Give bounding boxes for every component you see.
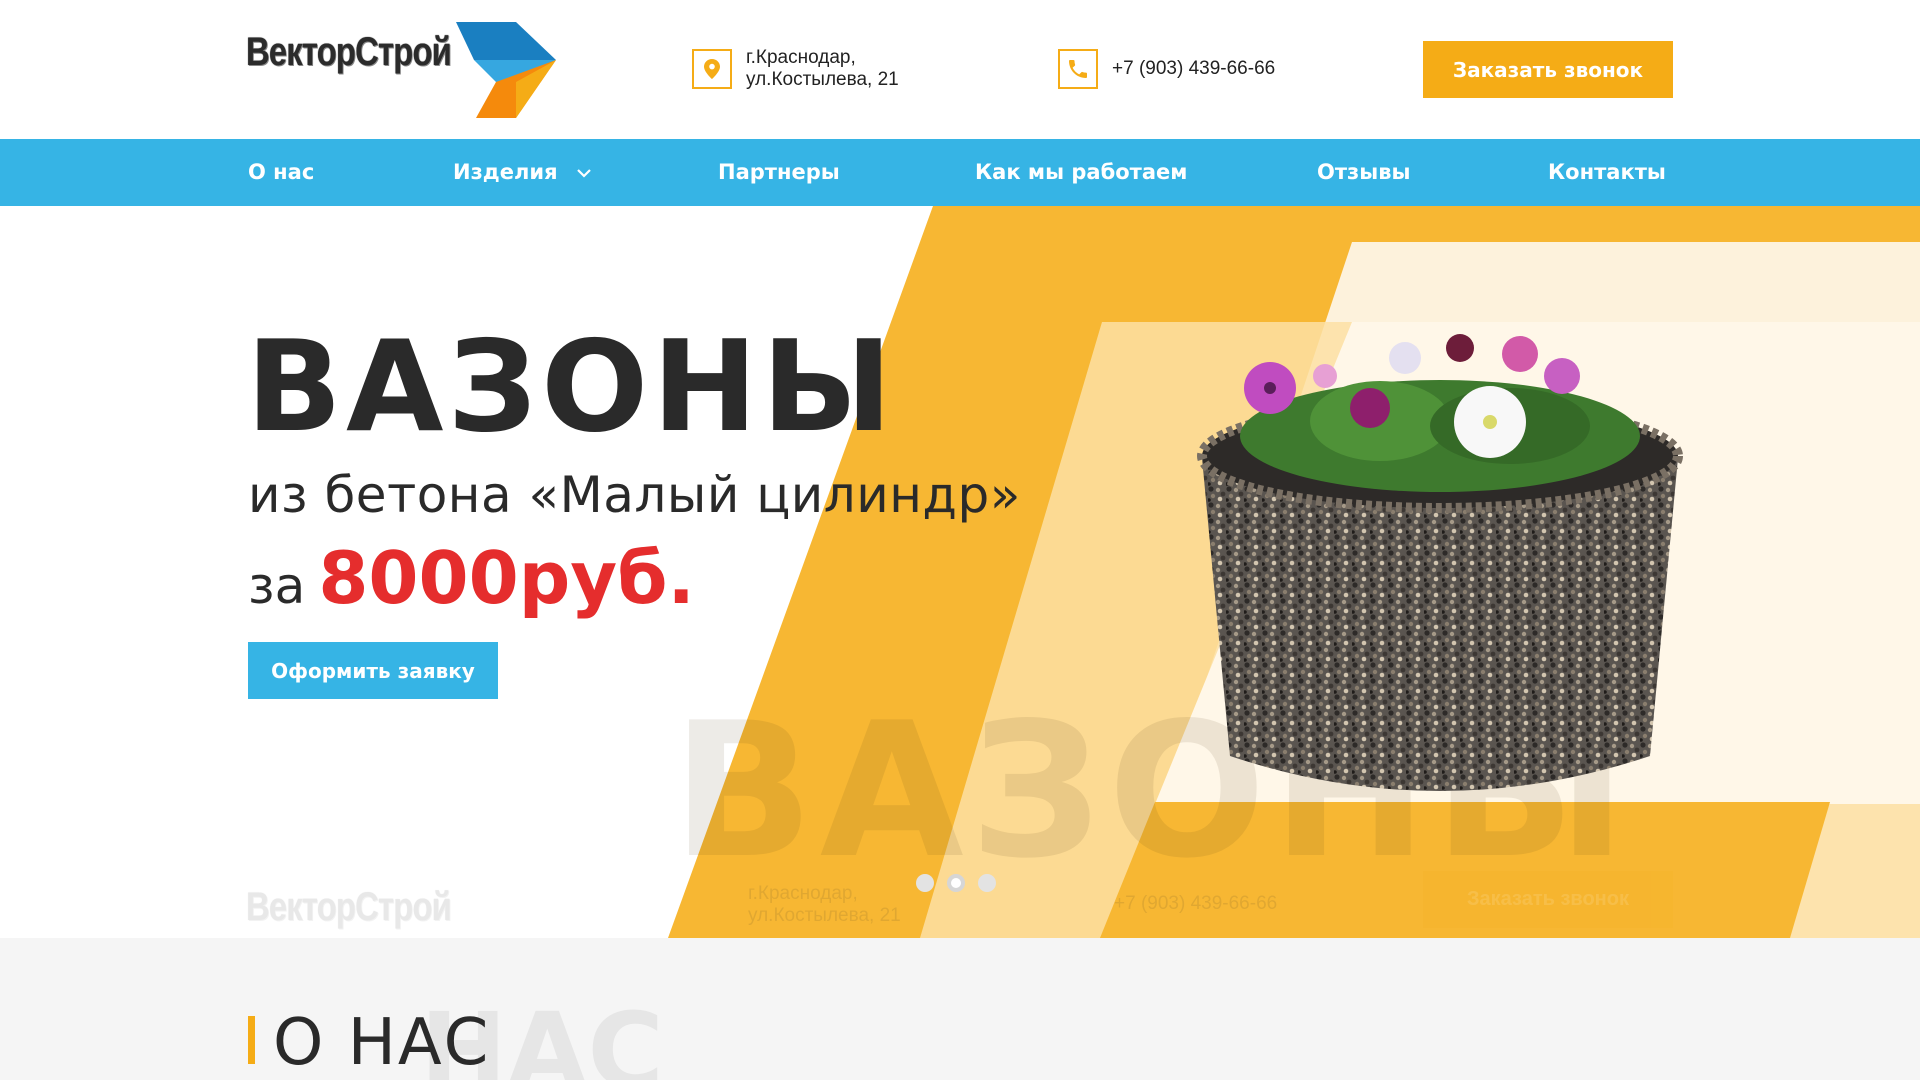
- phone-icon: [1058, 49, 1098, 89]
- hero-slider: ВАЗОНЫ ВекторСтрой г.Краснодар, ул.Косты…: [0, 206, 1920, 938]
- nav-item-about[interactable]: О нас: [248, 139, 314, 206]
- nav-item-label: Как мы работаем: [975, 160, 1188, 184]
- nav-item-label: Партнеры: [718, 160, 840, 184]
- phone-block: +7 (903) 439-66-66: [1058, 44, 1275, 94]
- price-value: 8000руб.: [318, 536, 695, 620]
- nav-item-label: Контакты: [1548, 160, 1666, 184]
- nav-item-contacts[interactable]: Контакты: [1548, 139, 1666, 206]
- nav-item-label: Изделия: [453, 160, 558, 184]
- about-title-accent: [248, 1016, 255, 1064]
- site-header: ВекторСтрой г.Краснодар, ул.Костылева, 2…: [0, 0, 1920, 139]
- ghost-address-city: г.Краснодар,: [748, 883, 858, 904]
- hero-price: за 8000руб.: [248, 536, 695, 620]
- about-title: О НАС: [273, 1006, 491, 1080]
- nav-item-partners[interactable]: Партнеры: [718, 139, 840, 206]
- order-request-button[interactable]: Оформить заявку: [248, 642, 498, 699]
- slider-dot-2[interactable]: [947, 874, 965, 892]
- order-call-button[interactable]: Заказать звонок: [1423, 41, 1673, 98]
- logo-mark-icon: [456, 22, 556, 118]
- phone-number[interactable]: +7 (903) 439-66-66: [1112, 58, 1275, 80]
- slider-dot-1[interactable]: [916, 874, 934, 892]
- ghost-address: г.Краснодар, ул.Костылева, 21: [748, 883, 901, 927]
- address-street: ул.Костылева, 21: [746, 69, 899, 90]
- nav-item-reviews[interactable]: Отзывы: [1317, 139, 1411, 206]
- slider-pagination: [916, 874, 996, 892]
- main-nav: О нас Изделия Партнеры Как мы работаем О…: [0, 139, 1920, 206]
- chevron-down-icon: [577, 168, 591, 178]
- address-city: г.Краснодар,: [746, 47, 856, 68]
- location-pin-icon: [692, 49, 732, 89]
- ghost-address-street: ул.Костылева, 21: [748, 905, 901, 926]
- slider-dot-3[interactable]: [978, 874, 996, 892]
- address-text: г.Краснодар, ул.Костылева, 21: [746, 47, 899, 91]
- ghost-logo-text: ВекторСтрой: [246, 885, 452, 929]
- hero-title: ВАЗОНЫ: [246, 313, 897, 460]
- nav-item-label: Отзывы: [1317, 160, 1411, 184]
- about-section: НАС О НАС: [0, 938, 1920, 1080]
- logo-text: ВекторСтрой: [246, 30, 452, 74]
- address-block: г.Краснодар, ул.Костылева, 21: [692, 44, 899, 94]
- nav-item-how-we-work[interactable]: Как мы работаем: [975, 139, 1187, 206]
- price-prefix: за: [248, 557, 306, 615]
- hero-subtitle: из бетона «Малый цилиндр»: [248, 466, 1021, 524]
- logo[interactable]: ВекторСтрой: [246, 20, 556, 118]
- ghost-call-button: Заказать звонок: [1423, 871, 1673, 928]
- concrete-planter-image: [1197, 334, 1683, 791]
- ghost-phone: +7 (903) 439-66-66: [1114, 893, 1278, 914]
- nav-item-label: О нас: [248, 160, 315, 184]
- nav-item-products[interactable]: Изделия: [453, 139, 591, 206]
